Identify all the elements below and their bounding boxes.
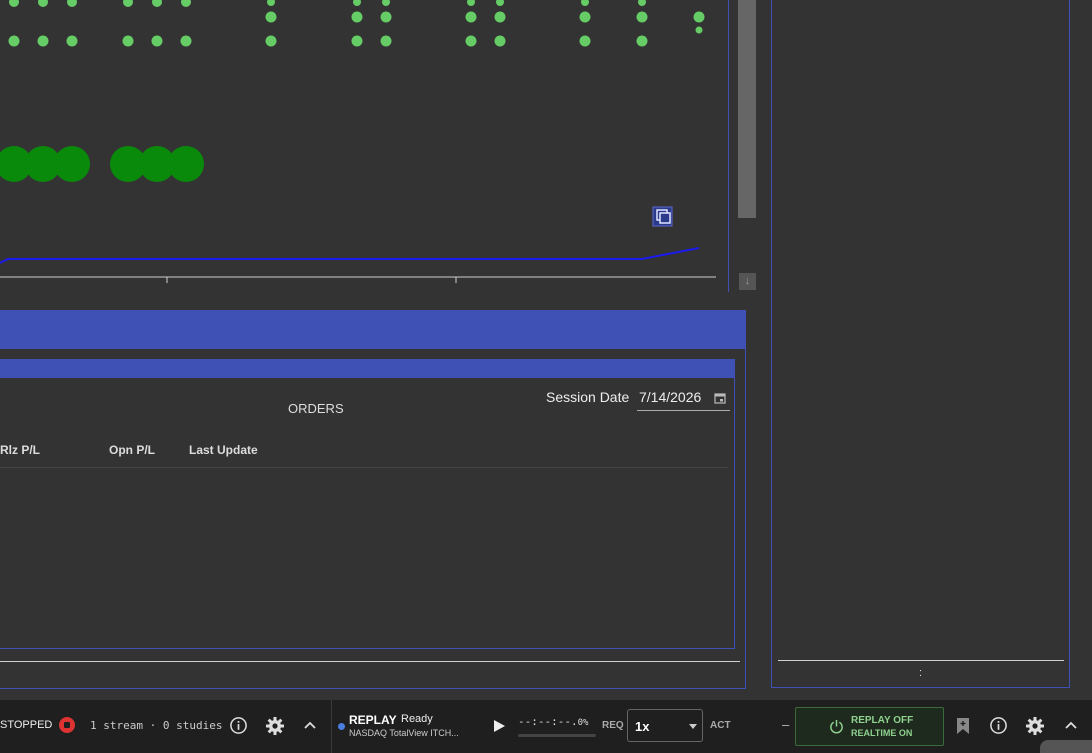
chart-dot: [638, 0, 646, 6]
toggle-line1: REPLAY OFF: [851, 715, 914, 726]
chevron-up-icon[interactable]: [303, 719, 317, 738]
orders-panel: ORDERS Session Date 7/14/2026 Rlz P/L Op…: [0, 310, 746, 689]
column-rlz-pl[interactable]: Rlz P/L: [0, 443, 40, 457]
chart-dot: [382, 0, 390, 6]
replay-toggle-button[interactable]: REPLAY OFF REALTIME ON: [795, 707, 944, 746]
arrow-down-icon[interactable]: ↓: [739, 273, 756, 290]
status-label: STOPPED: [0, 719, 53, 731]
gear-icon[interactable]: [1025, 716, 1045, 741]
session-date-label: Session Date: [546, 389, 630, 405]
vertical-scrollbar[interactable]: [738, 0, 756, 218]
chart-dot: [180, 35, 192, 47]
chart-dot: [380, 11, 392, 23]
gear-icon[interactable]: [265, 716, 285, 741]
req-label: REQ: [602, 720, 624, 731]
orders-widget: ORDERS Session Date 7/14/2026 Rlz P/L Op…: [0, 359, 735, 649]
chart-dot: [494, 11, 506, 23]
chart-dot: [181, 0, 191, 7]
chart-dot: [67, 0, 77, 7]
chart-dot: [8, 35, 20, 47]
chart-dot: [579, 35, 591, 47]
feed-name: NASDAQ TotalView ITCH...: [349, 728, 459, 738]
price-line: [0, 247, 700, 264]
orders-title: ORDERS: [288, 401, 344, 416]
status-divider: [331, 700, 332, 753]
chart-bubble: [168, 146, 204, 182]
chart-dot: [465, 35, 477, 47]
chart-dot: [267, 0, 275, 6]
stream-count: 1 stream · 0 studies: [90, 719, 223, 732]
speed-value: 1x: [635, 719, 650, 734]
panel-divider: [0, 661, 740, 662]
right-panel: :: [771, 0, 1070, 688]
chart-dot: [351, 35, 363, 47]
chart-dot: [351, 11, 363, 23]
chart-dot: [496, 0, 504, 6]
chart-dot: [37, 35, 49, 47]
replay-indicator: [338, 723, 345, 730]
chart-bubble: [54, 146, 90, 182]
column-last-update[interactable]: Last Update: [189, 443, 258, 457]
record-icon[interactable]: [59, 717, 75, 733]
replay-percent: 0%: [577, 718, 589, 728]
right-panel-divider: [778, 660, 1064, 661]
chart-dot: [123, 0, 133, 7]
chart-dot: [152, 0, 162, 7]
chart-canvas: [0, 0, 716, 283]
calendar-icon[interactable]: [714, 392, 726, 404]
chart-dot: [636, 35, 648, 47]
play-icon[interactable]: [493, 719, 506, 738]
info-icon[interactable]: [989, 716, 1008, 740]
replay-time-value: --:--:--.: [518, 715, 578, 728]
orders-widget-header[interactable]: [0, 360, 734, 378]
chevron-down-icon: [689, 724, 697, 729]
chart-dot: [122, 35, 134, 47]
act-label: ACT: [710, 720, 731, 731]
chart-dot: [465, 11, 477, 23]
chart-dot: [579, 11, 591, 23]
replay-label: REPLAY: [349, 713, 397, 727]
session-date-field[interactable]: 7/14/2026: [637, 386, 730, 411]
status-bar: STOPPED 1 stream · 0 studies REPLAY Read…: [0, 700, 1092, 753]
chart-dot: [581, 0, 589, 6]
header-divider: [0, 467, 728, 468]
replay-progress[interactable]: [518, 734, 596, 737]
chart-area[interactable]: [0, 0, 728, 292]
column-opn-pl[interactable]: Opn P/L: [109, 443, 155, 457]
chart-dot: [380, 35, 392, 47]
chart-dot: [693, 11, 705, 23]
resize-handle[interactable]: :: [772, 667, 1069, 679]
bookmark-icon[interactable]: [956, 717, 970, 740]
chart-dot: [695, 26, 703, 34]
replay-status: Ready: [401, 713, 433, 725]
chart-dot: [9, 0, 19, 7]
chart-panel-border: [728, 0, 729, 292]
chart-dot: [38, 0, 48, 7]
replay-time: --:--:--.0%: [518, 715, 588, 728]
chevron-up-icon[interactable]: [1064, 719, 1078, 738]
chart-dot: [467, 0, 475, 6]
chart-dot: [151, 35, 163, 47]
chart-dot: [66, 35, 78, 47]
panel-header[interactable]: [0, 311, 745, 349]
info-icon[interactable]: [229, 716, 248, 740]
chart-dot: [494, 35, 506, 47]
session-date-value[interactable]: 7/14/2026: [639, 389, 701, 405]
chart-dot: [265, 35, 277, 47]
power-icon: [830, 719, 843, 734]
toggle-line2: REALTIME ON: [851, 728, 913, 738]
speed-select[interactable]: 1x: [627, 709, 703, 742]
chart-dot: [636, 11, 648, 23]
separator-dash: –: [782, 717, 790, 732]
chart-dot: [265, 11, 277, 23]
layers-icon[interactable]: [652, 206, 673, 227]
corner-tab[interactable]: [1040, 740, 1092, 753]
chart-dot: [353, 0, 361, 6]
